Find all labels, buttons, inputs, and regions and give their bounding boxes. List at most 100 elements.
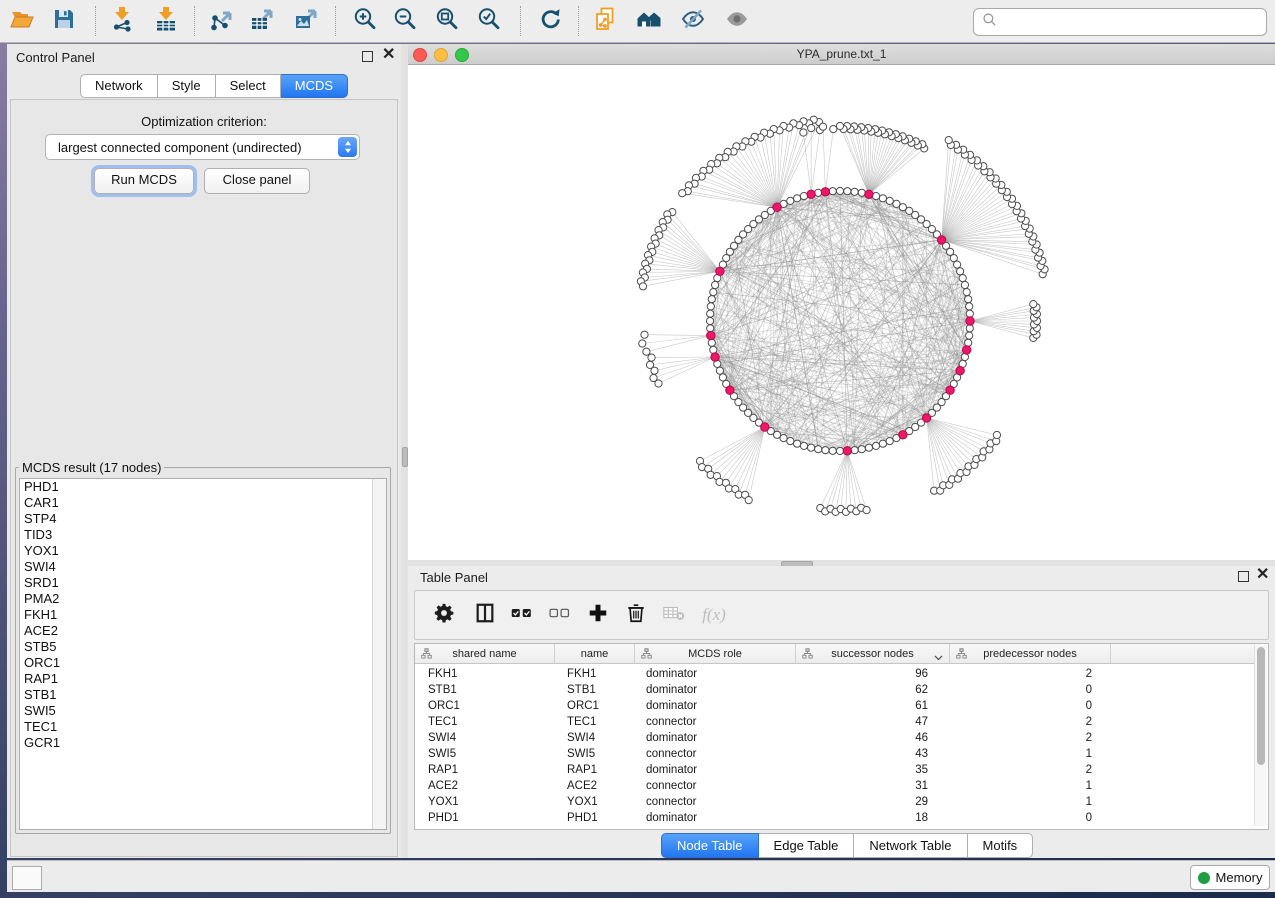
mcds-result-node[interactable]: PHD1 — [20, 479, 386, 495]
network-node[interactable] — [708, 296, 715, 303]
network-node[interactable] — [966, 332, 973, 339]
close-panel-button[interactable]: Close panel — [204, 168, 310, 194]
tab-select[interactable]: Select — [216, 74, 281, 98]
network-graph-canvas[interactable] — [408, 65, 1275, 560]
export-image-button[interactable] — [289, 3, 323, 39]
network-from-selection-button[interactable] — [588, 3, 622, 39]
network-node[interactable] — [963, 289, 970, 296]
network-dominator-node[interactable] — [716, 267, 724, 275]
mcds-result-node[interactable]: TID3 — [20, 527, 386, 543]
network-leaf-node[interactable] — [745, 497, 752, 504]
network-node[interactable] — [815, 446, 822, 453]
mcds-result-node[interactable]: STP4 — [20, 511, 386, 527]
network-dominator-node[interactable] — [937, 236, 945, 244]
network-leaf-node[interactable] — [808, 125, 815, 132]
network-leaf-node[interactable] — [800, 129, 807, 136]
network-leaf-node[interactable] — [651, 367, 658, 374]
network-node[interactable] — [780, 435, 787, 442]
run-mcds-button[interactable]: Run MCDS — [94, 168, 194, 194]
float-icon[interactable] — [1238, 571, 1249, 582]
table-cell[interactable]: dominator — [633, 762, 806, 778]
network-dominator-node[interactable] — [711, 353, 719, 361]
network-node[interactable] — [879, 440, 886, 447]
table-cell[interactable]: 62 — [793, 682, 928, 698]
network-node[interactable] — [707, 325, 714, 332]
mcds-list-scrollbar[interactable] — [372, 479, 386, 829]
table-cell[interactable]: RAP1 — [415, 762, 567, 778]
network-node[interactable] — [879, 195, 886, 202]
node-table[interactable]: shared namenameMCDS rolesuccessor nodesp… — [414, 643, 1269, 830]
network-dominator-node[interactable] — [821, 188, 829, 196]
table-cell[interactable]: 1 — [946, 778, 1092, 794]
criterion-select[interactable]: largest connected component (undirected) — [45, 134, 360, 160]
table-cell[interactable]: ORC1 — [415, 698, 567, 714]
tab-style[interactable]: Style — [158, 74, 216, 98]
table-cell[interactable]: 18 — [793, 810, 928, 826]
network-node[interactable] — [961, 281, 968, 288]
tab-node-table[interactable]: Node Table — [661, 833, 759, 858]
network-dominator-node[interactable] — [707, 331, 715, 339]
table-cell[interactable]: 1 — [946, 794, 1092, 810]
create-column-button[interactable] — [581, 598, 615, 632]
network-dominator-node[interactable] — [963, 346, 971, 354]
table-cell[interactable]: 43 — [793, 746, 928, 762]
mcds-result-node[interactable]: ACE2 — [20, 623, 386, 639]
network-dominator-node[interactable] — [922, 414, 930, 422]
tab-network[interactable]: Network — [80, 74, 158, 98]
network-dominator-node[interactable] — [966, 317, 974, 325]
table-cell[interactable]: 2 — [946, 714, 1092, 730]
table-cell[interactable]: TEC1 — [415, 714, 567, 730]
network-node[interactable] — [851, 447, 858, 454]
network-node[interactable] — [794, 195, 801, 202]
network-node[interactable] — [829, 447, 836, 454]
tab-network-table[interactable]: Network Table — [854, 833, 967, 858]
table-cell[interactable]: 2 — [946, 666, 1092, 682]
column-header-name[interactable]: name — [555, 644, 635, 664]
table-settings-button[interactable] — [427, 598, 461, 632]
table-cell[interactable]: 1 — [946, 746, 1092, 762]
network-dominator-node[interactable] — [843, 447, 851, 455]
delete-column-button[interactable] — [619, 598, 653, 632]
vertical-splitter[interactable] — [401, 44, 408, 858]
table-cell[interactable]: 2 — [946, 730, 1092, 746]
import-network-button[interactable] — [105, 3, 139, 39]
save-session-button[interactable] — [47, 3, 81, 39]
memory-button[interactable]: Memory — [1190, 865, 1270, 890]
table-row[interactable]: PHD1PHD1dominator180 — [415, 810, 1256, 826]
network-node[interactable] — [710, 289, 717, 296]
show-columns-button[interactable] — [468, 598, 502, 632]
network-node[interactable] — [886, 197, 893, 204]
first-neighbors-button[interactable] — [632, 3, 666, 39]
table-cell[interactable]: connector — [633, 746, 806, 762]
network-leaf-node[interactable] — [648, 354, 655, 361]
open-network-button[interactable] — [5, 3, 39, 39]
network-node[interactable] — [966, 325, 973, 332]
network-node[interactable] — [707, 310, 714, 317]
mcds-result-node[interactable]: STB5 — [20, 639, 386, 655]
mcds-result-node[interactable]: GCR1 — [20, 735, 386, 751]
close-icon[interactable]: ✕ — [1256, 570, 1269, 580]
tab-mcds[interactable]: MCDS — [281, 74, 348, 98]
mcds-result-node[interactable]: TEC1 — [20, 719, 386, 735]
tab-motifs[interactable]: Motifs — [968, 833, 1034, 858]
network-node[interactable] — [966, 310, 973, 317]
network-node[interactable] — [829, 188, 836, 195]
table-cell[interactable]: dominator — [633, 698, 806, 714]
network-node[interactable] — [706, 317, 713, 324]
chevron-down-icon[interactable] — [934, 651, 943, 657]
table-cell[interactable]: ACE2 — [415, 778, 567, 794]
network-node[interactable] — [865, 444, 872, 451]
table-cell[interactable]: 61 — [793, 698, 928, 714]
scrollbar-thumb[interactable] — [1257, 647, 1265, 765]
table-cell[interactable]: dominator — [633, 810, 806, 826]
network-leaf-node[interactable] — [643, 348, 650, 355]
network-leaf-node[interactable] — [1030, 301, 1037, 308]
network-node[interactable] — [794, 440, 801, 447]
export-table-button[interactable] — [245, 3, 279, 39]
network-dominator-node[interactable] — [726, 386, 734, 394]
network-node[interactable] — [886, 438, 893, 445]
zoom-out-button[interactable] — [388, 3, 422, 39]
mcds-result-node[interactable]: FKH1 — [20, 607, 386, 623]
zoom-in-button[interactable] — [348, 3, 382, 39]
network-node[interactable] — [800, 442, 807, 449]
